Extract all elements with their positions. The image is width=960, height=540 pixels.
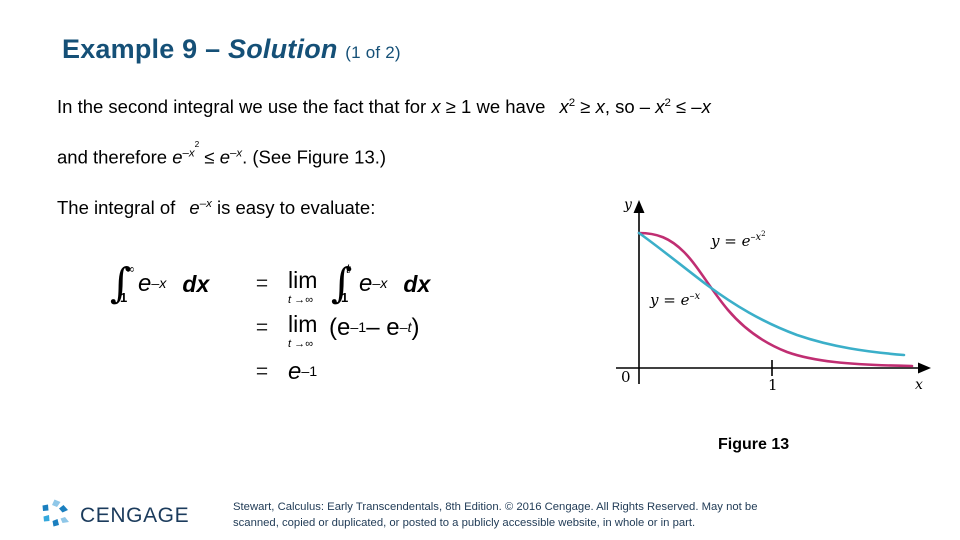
line3-text-a: The integral of <box>57 196 181 218</box>
page-title-main: Example 9 – <box>62 34 221 64</box>
row1-equals: = <box>255 272 269 295</box>
y-axis-label: y <box>623 197 633 213</box>
limit-label: lim <box>288 311 318 337</box>
equation-row-2-rhs: lim t →∞ (e –1 – e –t ) <box>288 308 420 350</box>
equation-row-1-rhs: lim t →∞ ∫ t 1 e –x dx <box>288 262 431 306</box>
curve-gaussian-label: y = e–x2 <box>710 230 766 250</box>
row3-equals: = <box>255 360 269 383</box>
line3-text-b: is easy to evaluate: <box>211 196 376 218</box>
line1-text-a: In the second integral we use the fact t… <box>57 96 432 118</box>
cengage-logo: CENGAGE <box>38 497 213 531</box>
equation-row-1-lhs: ∫ ∞ 1 e –x dx <box>108 262 236 305</box>
curve-exponential-label: y = e–x <box>649 291 700 309</box>
copyright-line-1: Stewart, Calculus: Early Transcendentals… <box>233 501 758 513</box>
display-equation: ∫ ∞ 1 e –x dx = lim t →∞ ∫ t 1 e –x dx =… <box>108 262 430 394</box>
line1-var-x: x <box>431 96 441 118</box>
row3-fn: e <box>288 358 302 385</box>
row1-rhs-fn: e <box>359 270 373 297</box>
equation-row-3: = e –1 <box>108 350 430 394</box>
line1-expr-x2-base: x <box>559 96 569 118</box>
integral-upper-limit: ∞ <box>125 262 135 276</box>
body-line-2: and therefore e–x2 ≤ e–x. (See Figure 13… <box>57 139 937 168</box>
integral-upper-limit: t <box>346 262 351 276</box>
row2-close-paren: ) <box>411 314 420 341</box>
line2-rel: ≤ <box>199 146 220 168</box>
integral-lower-limit: 1 <box>120 290 128 305</box>
row1-lhs-dx: dx <box>182 270 210 297</box>
integral-sign-1: ∫ ∞ 1 <box>108 262 138 305</box>
line2-e2-base: e <box>219 146 230 168</box>
row2-equals: = <box>255 316 269 339</box>
row2-minus: – e <box>366 314 400 341</box>
equation-row-1: ∫ ∞ 1 e –x dx = lim t →∞ ∫ t 1 e –x dx <box>108 262 430 306</box>
line1-comma-so: , so – <box>604 96 656 118</box>
equation-row-2: = lim t →∞ (e –1 – e –t ) <box>108 306 430 350</box>
copyright-notice: Stewart, Calculus: Early Transcendentals… <box>233 499 903 531</box>
x-tick-label-1: 1 <box>768 376 778 394</box>
page-title-subcount: (1 of 2) <box>345 43 401 62</box>
figure-13-graph: y x 0 1 y = e–x2 y = e–x <box>612 186 938 401</box>
limit-operator-1: lim t →∞ <box>288 264 328 306</box>
line3-e1-sup: –x <box>199 197 212 210</box>
body-line-1: In the second integral we use the fact t… <box>57 96 937 118</box>
limit-underscript: t →∞ <box>288 338 313 350</box>
line3-e1-base: e <box>189 196 200 218</box>
line1-rel-le: ≤ – <box>670 96 702 118</box>
y-axis <box>633 200 645 384</box>
line1-rel-ge2: ≥ <box>575 96 596 118</box>
row1-lhs-fn: e <box>138 270 152 297</box>
row2-sup-2: –t <box>399 320 412 336</box>
limit-operator-2: lim t →∞ <box>288 308 328 350</box>
line2-e1-base: e <box>172 146 183 168</box>
cengage-wordmark: CENGAGE <box>80 504 189 527</box>
limit-label: lim <box>288 267 318 293</box>
svg-text:y = e–x2: y = e–x2 <box>710 230 766 250</box>
row1-rhs-fn-sup: –x <box>372 276 388 292</box>
integral-lower-limit: 1 <box>341 290 349 305</box>
cengage-pinwheel-icon <box>42 499 69 527</box>
row1-rhs-dx: dx <box>403 270 431 297</box>
line1-var-x2: x <box>595 96 605 118</box>
line1-var-x3: x <box>701 96 711 118</box>
copyright-line-2: scanned, copied or duplicated, or posted… <box>233 517 696 530</box>
figure-caption: Figure 13 <box>718 436 790 453</box>
line2-text-b: . (See Figure 13.) <box>242 146 387 168</box>
row1-lhs-fn-sup: –x <box>151 276 167 292</box>
svg-text:y = e–x: y = e–x <box>649 291 700 309</box>
limit-underscript: t →∞ <box>288 294 313 306</box>
line2-e2-sup: –x <box>229 147 243 160</box>
integral-sign-2: ∫ t 1 <box>329 262 359 305</box>
line1-rel-ge: ≥ 1 we have <box>440 96 551 118</box>
equation-row-3-rhs: e –1 <box>288 358 317 386</box>
row3-sup: –1 <box>301 364 318 380</box>
origin-label: 0 <box>621 368 631 386</box>
page-title: Example 9 – Solution (1 of 2) <box>62 34 401 65</box>
row2-sup-1: –1 <box>350 320 367 336</box>
row2-open-paren: (e <box>329 314 351 341</box>
line2-text-a: and therefore <box>57 146 173 168</box>
x-axis-label: x <box>915 377 923 393</box>
line2-e1-sup: –x <box>182 147 195 160</box>
page-title-italic: Solution <box>228 34 338 64</box>
